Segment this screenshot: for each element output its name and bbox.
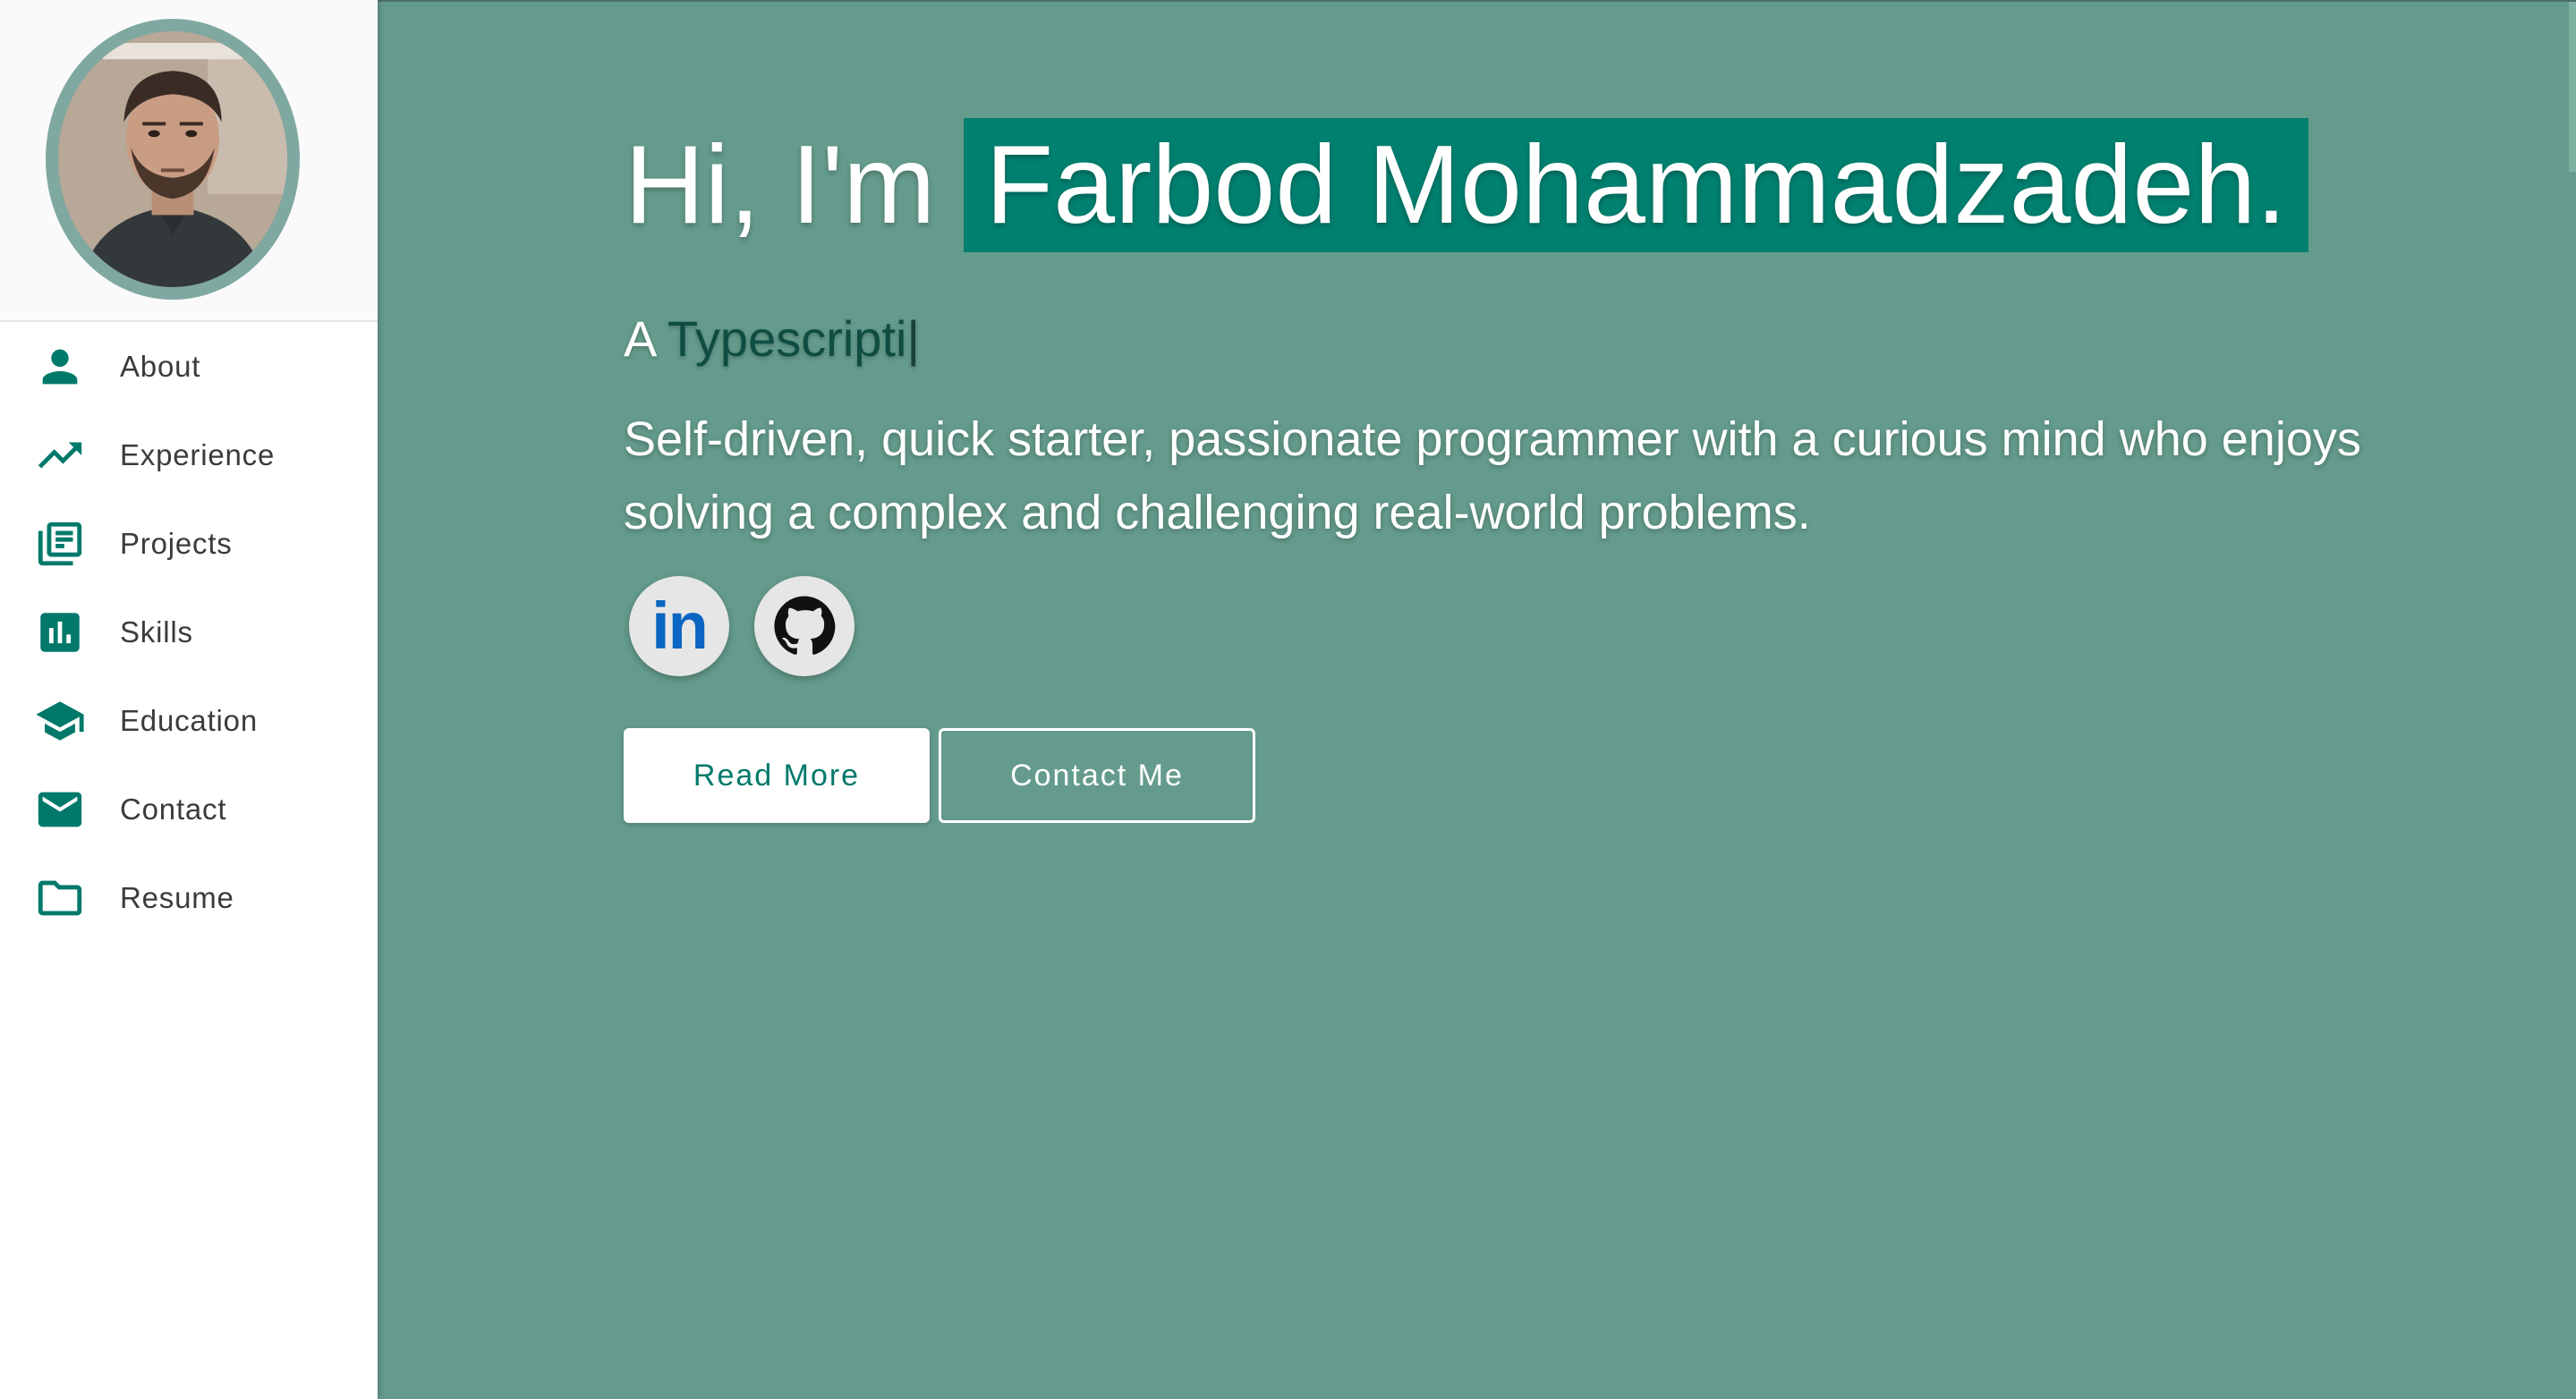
- name-highlight: Farbod Mohammadzadeh.: [964, 118, 2308, 252]
- sidebar-item-education[interactable]: Education: [0, 676, 378, 765]
- typing-subtitle: A Typescripti|: [624, 309, 920, 368]
- sidebar-item-projects[interactable]: Projects: [0, 499, 378, 588]
- sidebar-item-contact[interactable]: Contact: [0, 765, 378, 853]
- social-links: in: [629, 576, 854, 676]
- sidebar-item-label: Education: [120, 703, 258, 737]
- sidebar-item-experience[interactable]: Experience: [0, 411, 378, 499]
- sidebar-item-label: About: [120, 349, 201, 383]
- github-icon: [773, 595, 836, 657]
- profile-section: [0, 0, 378, 322]
- sidebar-item-skills[interactable]: Skills: [0, 588, 378, 676]
- sidebar-nav: About Experience Projects Skills Educati…: [0, 322, 378, 942]
- read-more-button[interactable]: Read More: [624, 728, 930, 823]
- folder-icon: [32, 870, 88, 926]
- sidebar-item-label: Skills: [120, 615, 193, 649]
- sidebar-item-resume[interactable]: Resume: [0, 853, 378, 942]
- hero-section: Hi, I'm Farbod Mohammadzadeh. A Typescrip…: [378, 0, 2576, 1399]
- sidebar: About Experience Projects Skills Educati…: [0, 0, 378, 1399]
- linkedin-icon: in: [651, 589, 709, 663]
- typing-text: Typescripti: [667, 310, 907, 367]
- hero-title: Hi, I'm Farbod Mohammadzadeh.: [625, 118, 2308, 252]
- school-icon: [32, 693, 88, 749]
- mail-icon: [32, 782, 88, 837]
- greeting-text: Hi, I'm: [625, 123, 936, 247]
- profile-photo: [58, 31, 287, 287]
- typing-prefix: A: [624, 310, 655, 367]
- trending-up-icon: [32, 428, 88, 483]
- contact-me-button[interactable]: Contact Me: [939, 728, 1255, 823]
- github-link[interactable]: [754, 576, 854, 676]
- sidebar-item-about[interactable]: About: [0, 322, 378, 411]
- sidebar-item-label: Experience: [120, 437, 276, 471]
- hero-buttons: Read More Contact Me: [624, 728, 1255, 823]
- bar-chart-icon: [32, 605, 88, 660]
- sidebar-item-label: Projects: [120, 526, 233, 560]
- library-books-icon: [32, 516, 88, 572]
- tagline: Self-driven, quick starter, passionate p…: [624, 412, 2361, 539]
- sidebar-item-label: Contact: [120, 792, 227, 826]
- avatar: [46, 19, 300, 300]
- sidebar-item-label: Resume: [120, 880, 234, 914]
- person-icon: [32, 339, 88, 394]
- portfolio-page: About Experience Projects Skills Educati…: [0, 0, 2576, 1399]
- scrollbar-thumb[interactable]: [2569, 2, 2576, 172]
- linkedin-link[interactable]: in: [629, 576, 729, 676]
- typing-cursor: |: [906, 310, 920, 367]
